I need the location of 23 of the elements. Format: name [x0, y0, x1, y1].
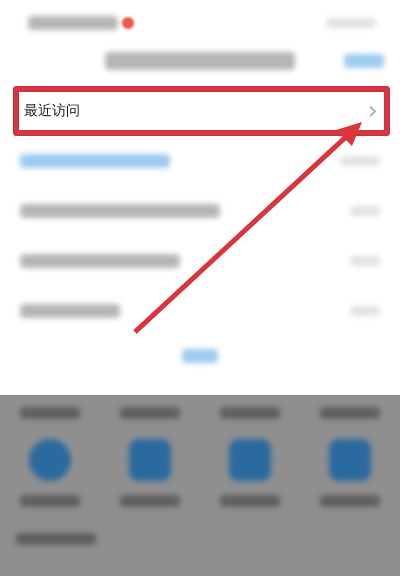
app-icon[interactable]: [29, 439, 71, 481]
recent-visits-row[interactable]: 最近访问 ›: [13, 86, 390, 136]
blurred-text: [340, 156, 380, 166]
chevron-icon: ›: [368, 98, 378, 124]
blurred-text: [220, 495, 280, 507]
app-icon[interactable]: [229, 439, 271, 481]
blurred-text: [326, 18, 376, 28]
blurred-text: [182, 349, 218, 363]
blurred-text: [120, 495, 180, 507]
blurred-text: [320, 495, 380, 507]
blurred-text: [350, 306, 380, 316]
blurred-text: [320, 407, 380, 419]
notification-dot: [122, 17, 134, 29]
blurred-text: [120, 407, 180, 419]
app-icon[interactable]: [329, 439, 371, 481]
blurred-text: [20, 495, 80, 507]
blurred-text: [350, 256, 380, 266]
blurred-text: [344, 54, 384, 68]
app-icon[interactable]: [129, 439, 171, 481]
recent-visits-label: 最近访问: [24, 102, 80, 120]
blurred-text: [20, 407, 80, 419]
blurred-text: [350, 206, 380, 216]
blurred-text: [220, 407, 280, 419]
